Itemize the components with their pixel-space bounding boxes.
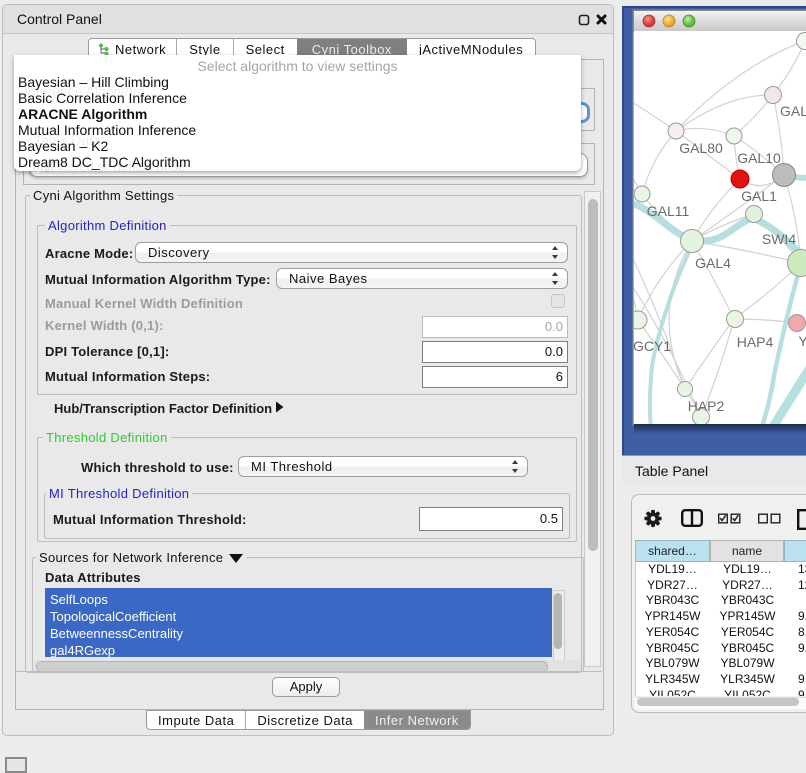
svg-text:GAL10: GAL10 bbox=[737, 150, 781, 166]
svg-text:GAL11: GAL11 bbox=[647, 203, 690, 219]
svg-text:HAP4: HAP4 bbox=[737, 334, 774, 350]
svg-text:HAP2: HAP2 bbox=[688, 398, 725, 414]
svg-text:GCY1: GCY1 bbox=[633, 338, 671, 354]
svg-text:GAL: GAL bbox=[780, 103, 806, 119]
svg-text:Y: Y bbox=[798, 333, 806, 349]
svg-text:SWI4: SWI4 bbox=[762, 231, 796, 247]
svg-text:GAL1: GAL1 bbox=[741, 188, 777, 204]
svg-text:GAL80: GAL80 bbox=[679, 140, 723, 156]
svg-text:GAL4: GAL4 bbox=[695, 255, 731, 271]
